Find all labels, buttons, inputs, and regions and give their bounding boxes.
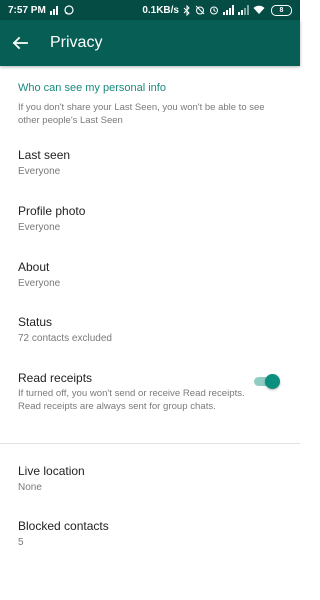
- alarm-off-icon: [195, 4, 205, 16]
- read-receipts-toggle[interactable]: [254, 374, 280, 389]
- status-right: 0.1KB/s 8: [142, 4, 292, 16]
- back-button[interactable]: [0, 20, 40, 66]
- setting-value: None: [18, 482, 42, 493]
- net-speed: 0.1KB/s: [142, 4, 179, 16]
- setting-value: Everyone: [18, 166, 61, 177]
- setting-title: About: [18, 260, 50, 274]
- status-left: 7:57 PM: [8, 4, 74, 16]
- cell-signal-2-icon: [238, 4, 249, 16]
- status-bar: 7:57 PM 0.1KB/s 8: [0, 0, 300, 20]
- setting-read-receipts[interactable]: Read receipts If turned off, you won't s…: [18, 371, 248, 413]
- wifi-icon: [253, 4, 265, 16]
- bluetooth-icon: [183, 4, 191, 16]
- setting-description: If turned off, you won't send or receive…: [18, 388, 245, 412]
- toggle-knob: [265, 374, 280, 389]
- setting-profile-photo[interactable]: Profile photo Everyone: [18, 204, 248, 234]
- cell-signal-icon: [223, 4, 234, 16]
- setting-title: Blocked contacts: [18, 519, 109, 533]
- setting-value: Everyone: [18, 222, 61, 233]
- signal-bars-icon: [49, 4, 60, 16]
- setting-about[interactable]: About Everyone: [18, 260, 248, 290]
- setting-last-seen[interactable]: Last seen Everyone: [18, 148, 248, 178]
- setting-live-location[interactable]: Live location None: [18, 464, 248, 494]
- status-time: 7:57 PM: [8, 4, 46, 16]
- divider: [0, 443, 300, 444]
- setting-title: Live location: [18, 464, 85, 478]
- setting-status[interactable]: Status 72 contacts excluded: [18, 315, 248, 345]
- whatsapp-notification-icon: [64, 4, 74, 16]
- app-bar: Privacy: [0, 20, 300, 66]
- setting-value: 72 contacts excluded: [18, 333, 112, 344]
- alarm-icon: [209, 4, 219, 16]
- setting-title: Read receipts: [18, 371, 93, 385]
- arrow-back-icon: [12, 35, 28, 51]
- setting-title: Profile photo: [18, 204, 86, 218]
- section-header-personal-info: Who can see my personal info: [18, 82, 166, 94]
- setting-blocked-contacts[interactable]: Blocked contacts 5: [18, 519, 248, 549]
- page-title: Privacy: [50, 34, 103, 51]
- setting-title: Last seen: [18, 148, 71, 162]
- section-description: If you don't share your Last Seen, you w…: [18, 102, 265, 126]
- setting-value: 5: [18, 537, 24, 548]
- setting-value: Everyone: [18, 278, 61, 289]
- setting-title: Status: [18, 315, 53, 329]
- battery-icon: 8: [271, 4, 292, 16]
